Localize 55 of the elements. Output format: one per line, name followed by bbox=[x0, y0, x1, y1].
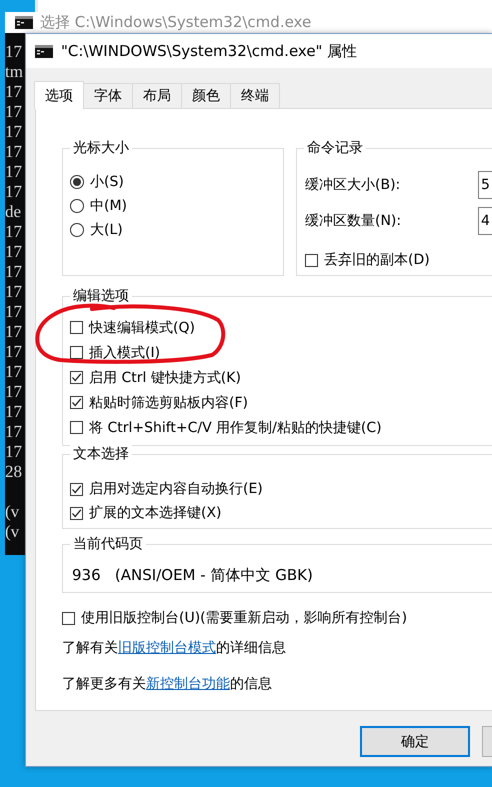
option-label: 启用对选定内容自动换行(E) bbox=[89, 480, 263, 498]
field-label: 缓冲区大小(B): bbox=[305, 176, 402, 194]
option-label: 启用 Ctrl 键快捷方式(K) bbox=[89, 368, 241, 386]
option-label: 丢弃旧的副本(D) bbox=[324, 251, 430, 269]
console-text: (v bbox=[5, 502, 20, 522]
option-label: 小(S) bbox=[90, 173, 124, 191]
console-text: 17 bbox=[5, 162, 22, 182]
console-text: 17 bbox=[5, 382, 22, 402]
console-text: 17 bbox=[5, 222, 22, 242]
info-text: 了解有关旧版控制台模式的详细信息 bbox=[62, 639, 287, 658]
console-text: 17 bbox=[5, 142, 22, 162]
group-title: 命令记录 bbox=[304, 139, 366, 157]
group-title: 光标大小 bbox=[70, 139, 132, 157]
option-label: 将 Ctrl+Shift+C/V 用作复制/粘贴的快捷键(C) bbox=[89, 418, 382, 436]
info-link[interactable]: 旧版控制台模式 bbox=[118, 640, 216, 656]
console-text: 17 bbox=[5, 82, 22, 102]
tab[interactable]: 终端 bbox=[230, 83, 280, 108]
console-text: 17 bbox=[5, 42, 22, 62]
console-text: (v bbox=[5, 522, 20, 542]
option-label: 使用旧版控制台(U)(需要重新启动，影响所有控制台) bbox=[81, 609, 408, 627]
console-text: tm bbox=[5, 62, 23, 82]
option-label: 中(M) bbox=[90, 197, 128, 215]
tab[interactable]: 选项 bbox=[34, 81, 84, 109]
console-text: 17 bbox=[5, 422, 22, 442]
window-title: 选择 C:\Windows\System32\cmd.exe bbox=[40, 13, 312, 32]
field-label: 缓冲区数量(N): bbox=[305, 212, 402, 230]
window-title: "C:\WINDOWS\System32\cmd.exe" 属性 bbox=[61, 42, 358, 60]
console-text: 17 bbox=[5, 122, 22, 142]
option-label: 扩展的文本选择键(X) bbox=[89, 504, 222, 522]
number-field[interactable]: 5 bbox=[478, 171, 492, 199]
option-label: 快速编辑模式(Q) bbox=[89, 318, 195, 336]
console-text: 17 bbox=[5, 262, 22, 282]
console-text: de bbox=[5, 202, 22, 222]
group-title: 文本选择 bbox=[70, 445, 132, 463]
info-link[interactable]: 新控制台功能 bbox=[146, 676, 230, 692]
console-text: 17 bbox=[5, 302, 22, 322]
console-text: 28 bbox=[5, 462, 22, 482]
group-title: 当前代码页 bbox=[70, 535, 146, 553]
code-page-value: 936 (ANSI/OEM - 简体中文 GBK) bbox=[72, 565, 314, 585]
ok-button[interactable]: 确定 bbox=[360, 726, 470, 757]
console-text: 17 bbox=[5, 342, 22, 362]
console-text: 17 bbox=[5, 362, 22, 382]
option-label: 大(L) bbox=[90, 221, 123, 239]
console-text: 17 bbox=[5, 322, 22, 342]
console-text: 17 bbox=[5, 402, 22, 422]
console-text: 17 bbox=[5, 242, 22, 262]
number-field[interactable]: 4 bbox=[478, 207, 492, 235]
console-text: 17 bbox=[5, 102, 22, 122]
option-label: 插入模式(I) bbox=[89, 344, 160, 362]
info-text: 了解更多有关新控制台功能的信息 bbox=[62, 675, 273, 694]
console-text: 17 bbox=[5, 282, 22, 302]
group-title: 编辑选项 bbox=[70, 287, 132, 305]
console-text: 17 bbox=[5, 442, 22, 462]
console-text: 17 bbox=[5, 182, 22, 202]
option-label: 粘贴时筛选剪贴板内容(F) bbox=[89, 394, 248, 412]
